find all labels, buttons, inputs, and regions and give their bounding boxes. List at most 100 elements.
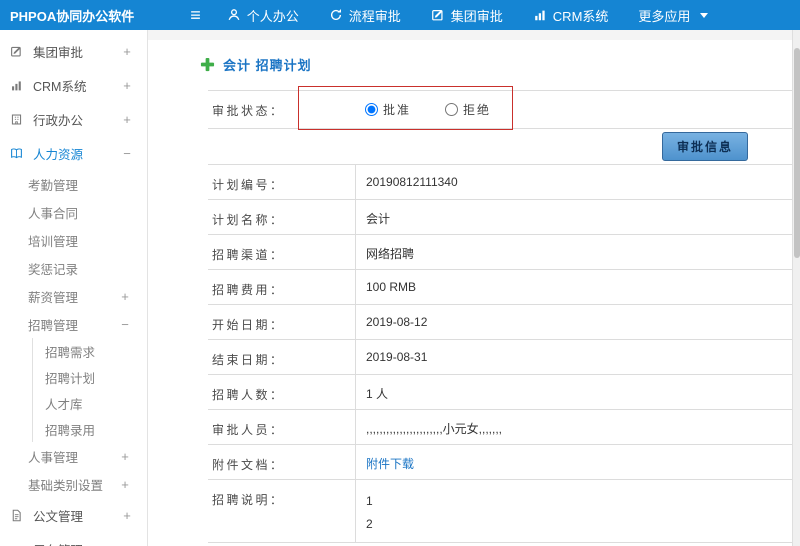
sidebar-item-vehicle-mgmt[interactable]: 用车管理 + (0, 532, 147, 546)
expand-icon[interactable]: + (119, 78, 135, 93)
sidebar-item-recruit-demand[interactable]: 招聘需求 (32, 338, 147, 364)
sidebar-item-talent-pool[interactable]: 人才库 (32, 390, 147, 416)
sidebar-item-training[interactable]: 培训管理 (0, 226, 147, 254)
form-row-headcount: 招聘人数： 1 人 (208, 375, 798, 410)
top-gap (148, 30, 800, 40)
attachment-download-link[interactable]: 附件下载 (366, 457, 414, 471)
reject-radio-label: 拒绝 (463, 103, 492, 117)
approve-radio-label: 批准 (383, 103, 412, 117)
sidebar-item-salary[interactable]: 薪资管理 + (0, 282, 147, 310)
expand-icon[interactable]: + (117, 289, 133, 304)
expand-icon[interactable]: + (119, 112, 135, 127)
field-value: 会计 (355, 200, 798, 234)
expand-icon[interactable]: + (119, 542, 135, 546)
document-icon (10, 509, 27, 522)
field-label: 审批人员： (212, 423, 285, 437)
approve-radio[interactable] (365, 103, 378, 116)
form-row-plan-name: 计划名称： 会计 (208, 200, 798, 235)
sidebar-item-label: 招聘管理 (28, 318, 79, 333)
sidebar-item-label: 人才库 (45, 397, 83, 412)
sidebar-item-group-approval[interactable]: 集团审批 + (0, 34, 147, 68)
approve-radio-option[interactable]: 批准 (365, 101, 411, 118)
form-row-end-date: 结束日期： 2019-08-31 (208, 340, 798, 375)
scrollbar-thumb[interactable] (794, 48, 800, 258)
field-label: 招聘人数： (212, 388, 285, 402)
car-icon (10, 543, 27, 546)
sidebar-item-label: 人事合同 (28, 206, 79, 221)
expand-icon[interactable]: + (117, 477, 133, 492)
field-label: 计划名称： (212, 213, 285, 227)
form-row-plan-number: 计划编号： 20190812111340 (208, 165, 798, 200)
sidebar-item-attendance[interactable]: 考勤管理 (0, 170, 147, 198)
sidebar-item-label: 招聘录用 (45, 423, 96, 438)
field-value: 2019-08-12 (355, 305, 798, 339)
nav-label: 更多应用 (638, 8, 691, 24)
sidebar-item-label: 招聘计划 (45, 371, 96, 386)
sidebar-item-label: 集团审批 (33, 45, 84, 60)
sidebar-item-recruit-mgmt[interactable]: 招聘管理 − (0, 310, 147, 338)
sidebar-item-crm[interactable]: CRM系统 + (0, 68, 147, 102)
flow-refresh-icon (329, 8, 343, 22)
field-value: 1 人 (355, 375, 798, 409)
sidebar-item-hr-contract[interactable]: 人事合同 (0, 198, 147, 226)
field-label: 开始日期： (212, 318, 285, 332)
sidebar-item-personnel-mgmt[interactable]: 人事管理 + (0, 442, 147, 470)
status-radio-group: 批准 拒绝 (355, 91, 798, 128)
field-value: 附件下载 (355, 445, 798, 479)
collapse-icon[interactable]: − (117, 317, 133, 332)
sidebar-item-rewards[interactable]: 奖惩记录 (0, 254, 147, 282)
reject-radio[interactable] (445, 103, 459, 116)
app-brand: PHPOA协同办公软件 (10, 8, 135, 24)
sidebar-item-document-mgmt[interactable]: 公文管理 + (0, 498, 147, 532)
nav-label: 个人办公 (246, 8, 299, 24)
nav-label: 流程审批 (348, 8, 401, 24)
field-label: 招聘费用： (212, 283, 285, 297)
form-row-description: 招聘说明： 1 2 (208, 480, 798, 543)
sidebar-item-hr[interactable]: 人力资源 − (0, 136, 147, 170)
field-label: 附件文档： (212, 458, 285, 472)
menu-icon[interactable]: ≡ (190, 0, 201, 30)
expand-icon[interactable]: + (117, 449, 133, 464)
sidebar-item-label: 招聘需求 (45, 345, 96, 360)
field-label: 结束日期： (212, 353, 285, 367)
book-icon (10, 147, 27, 160)
form-row-attachment: 附件文档： 附件下载 (208, 445, 798, 480)
form-row-start-date: 开始日期： 2019-08-12 (208, 305, 798, 340)
vertical-scrollbar[interactable] (792, 30, 800, 546)
nav-item-group-approval[interactable]: 集团审批 (431, 6, 503, 25)
field-value: 100 RMB (355, 270, 798, 304)
form-row-cost: 招聘费用： 100 RMB (208, 270, 798, 305)
edit-icon (10, 45, 27, 58)
field-value: 1 2 (355, 480, 798, 542)
sidebar-item-label: 人事管理 (28, 450, 79, 465)
collapse-icon[interactable]: − (119, 146, 135, 161)
sidebar-item-recruit-hire[interactable]: 招聘录用 (32, 416, 147, 442)
page-title: 会计 招聘计划 (223, 57, 312, 73)
topbar-nav: 个人办公 流程审批 集团审批 CRM系统 更多应用 (227, 6, 709, 25)
person-icon (227, 8, 241, 22)
expand-icon[interactable]: + (119, 44, 135, 59)
reject-radio-option[interactable]: 拒绝 (445, 101, 491, 118)
form-row-approvers: 审批人员： ,,,,,,,,,,,,,,,,,,,,,,,小元女,,,,,,, (208, 410, 798, 445)
expand-icon[interactable]: + (119, 508, 135, 523)
nav-item-process-approval[interactable]: 流程审批 (329, 6, 401, 25)
page-header: 会计 招聘计划 (200, 52, 800, 76)
sidebar-item-label: 基础类别设置 (28, 478, 104, 493)
nav-item-crm[interactable]: CRM系统 (533, 6, 608, 25)
bar-chart-icon (533, 8, 547, 22)
sidebar-item-base-category[interactable]: 基础类别设置 + (0, 470, 147, 498)
sidebar-item-recruit-plan[interactable]: 招聘计划 (32, 364, 147, 390)
approval-form: 审批状态： 批准 拒绝 审批信息 计划编号： 20190812111340 计划… (208, 86, 798, 543)
topbar: PHPOA协同办公软件 ≡ 个人办公 流程审批 集团审批 CRM系统 更多应用 (0, 0, 800, 30)
building-icon (10, 113, 27, 126)
bar-chart-icon (10, 79, 27, 92)
sidebar-item-admin-office[interactable]: 行政办公 + (0, 102, 147, 136)
sidebar-item-label: 考勤管理 (28, 178, 79, 193)
nav-item-more-apps[interactable]: 更多应用 (638, 6, 709, 25)
form-row-status: 审批状态： 批准 拒绝 (208, 91, 798, 129)
field-label: 计划编号： (212, 178, 285, 192)
sidebar-item-label: CRM系统 (33, 79, 87, 94)
nav-item-personal-office[interactable]: 个人办公 (227, 6, 299, 25)
field-value: 网络招聘 (355, 235, 798, 269)
approval-info-button[interactable]: 审批信息 (661, 132, 748, 161)
